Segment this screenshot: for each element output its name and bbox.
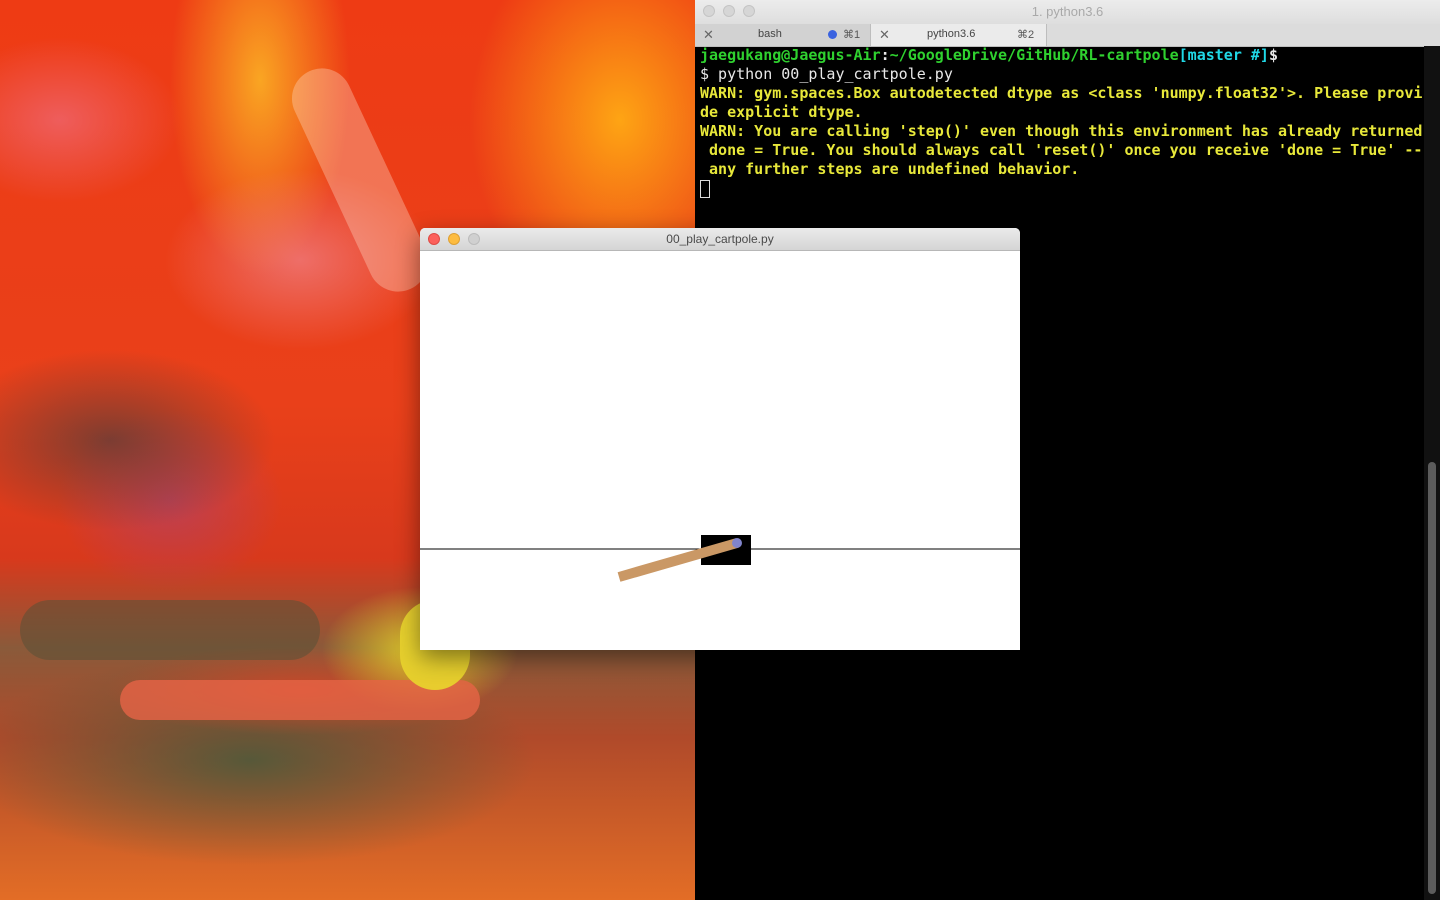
tab-python[interactable]: ✕ python3.6 ⌘2 — [870, 24, 1047, 46]
prompt-line: jaegukang@Jaegus-Air:~/GoogleDrive/GitHu… — [700, 46, 1420, 65]
warn-line: de explicit dtype. — [700, 103, 863, 121]
prompt-path: ~/GoogleDrive/GitHub/RL-cartpole — [889, 46, 1179, 64]
scrollbar-thumb[interactable] — [1428, 462, 1436, 894]
warn-line: any further steps are undefined behavior… — [700, 160, 1080, 178]
tab-bash[interactable]: ✕ bash ⌘1 — [695, 24, 870, 46]
warn-line: WARN: gym.spaces.Box autodetected dtype … — [700, 84, 1423, 102]
command-line: $ python 00_play_cartpole.py — [700, 65, 953, 83]
terminal-output[interactable]: jaegukang@Jaegus-Air:~/GoogleDrive/GitHu… — [700, 46, 1423, 198]
activity-indicator-icon — [828, 30, 837, 39]
close-tab-icon[interactable]: ✕ — [703, 27, 714, 43]
close-tab-icon[interactable]: ✕ — [879, 27, 890, 43]
cartpole-render-window[interactable]: 00_play_cartpole.py — [420, 228, 1020, 650]
terminal-tabbar: ✕ bash ⌘1 ✕ python3.6 ⌘2 — [695, 24, 1440, 47]
warn-line: done = True. You should always call 'res… — [700, 141, 1423, 159]
cartpole-canvas — [420, 535, 1020, 582]
warn-line: WARN: You are calling 'step()' even thou… — [700, 122, 1423, 140]
text-cursor — [700, 179, 710, 198]
axle — [732, 538, 742, 548]
tab-label: bash — [758, 28, 782, 40]
render-titlebar[interactable]: 00_play_cartpole.py — [420, 228, 1020, 251]
tab-shortcut: ⌘1 — [843, 29, 861, 41]
prompt-user-host: jaegukang@Jaegus-Air — [700, 46, 881, 64]
tab-shortcut: ⌘2 — [1017, 29, 1035, 41]
render-title: 00_play_cartpole.py — [666, 232, 774, 246]
prompt-dollar: $ — [1268, 46, 1278, 64]
terminal-titlebar[interactable]: 1. python3.6 — [695, 0, 1440, 25]
tab-label: python3.6 — [927, 28, 976, 40]
prompt-branch: [master #] — [1178, 46, 1269, 64]
cursor-line — [700, 179, 1420, 198]
terminal-title: 1. python3.6 — [1031, 4, 1104, 19]
prompt-colon: : — [880, 46, 890, 64]
